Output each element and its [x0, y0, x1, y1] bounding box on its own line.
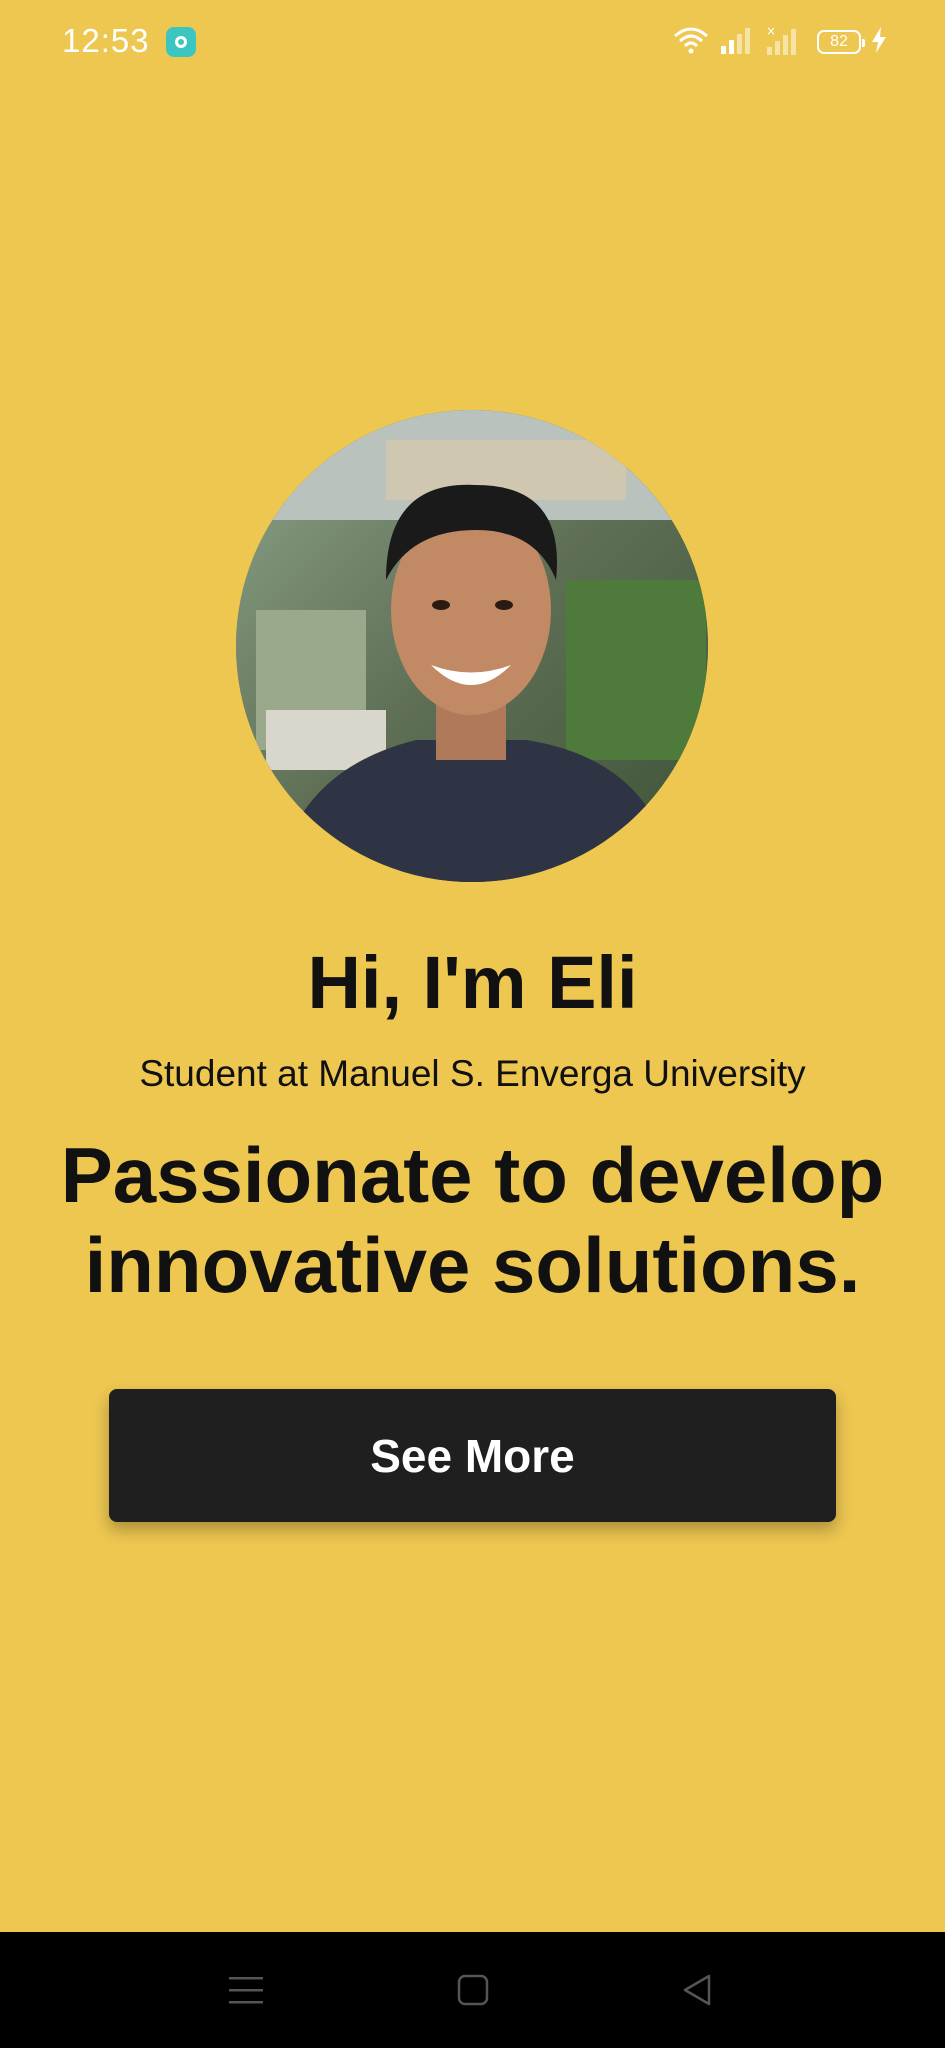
charging-bolt-icon	[871, 26, 887, 58]
profile-avatar	[236, 410, 708, 882]
status-bar: 12:53 × 82	[0, 0, 945, 84]
menu-icon[interactable]	[216, 1960, 276, 2020]
back-icon[interactable]	[667, 1960, 727, 2020]
subtitle-text: Student at Manuel S. Enverga University	[139, 1053, 806, 1094]
signal-icon	[719, 26, 755, 59]
status-time: 12:53	[62, 22, 150, 59]
status-icons: × 82	[673, 24, 887, 60]
home-icon[interactable]	[443, 1960, 503, 2020]
svg-text:×: ×	[766, 25, 776, 38]
signal-no-service-icon: ×	[765, 24, 801, 60]
app-notification-icon	[166, 27, 196, 57]
wifi-icon	[673, 26, 709, 59]
greeting-heading: Hi, I'm Eli	[307, 941, 638, 1024]
battery-icon: 82	[817, 30, 865, 54]
tagline-heading: Passionate to develop innovative solutio…	[60, 1131, 885, 1309]
see-more-button[interactable]: See More	[109, 1389, 836, 1522]
navigation-bar	[0, 1932, 945, 2048]
